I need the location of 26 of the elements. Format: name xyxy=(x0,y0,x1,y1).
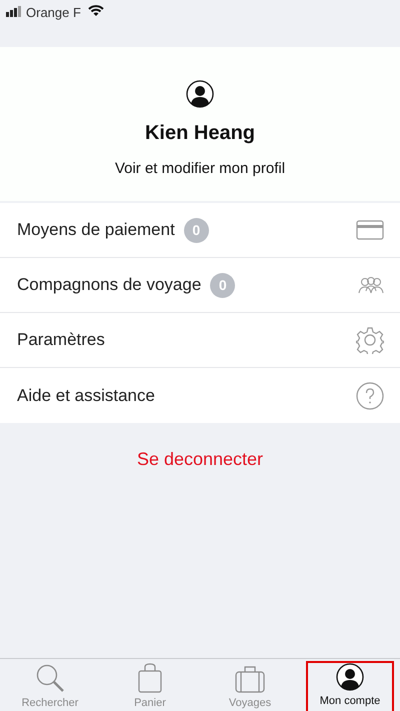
menu-label: Compagnons de voyage xyxy=(17,274,202,296)
shopping-bag-icon xyxy=(138,663,162,693)
menu-label: Paramètres xyxy=(17,329,105,352)
menu-label: Moyens de paiement xyxy=(17,219,175,242)
menu-item[interactable]: Aide et assistance xyxy=(0,368,400,423)
carrier-name: Orange F xyxy=(26,4,81,22)
count-badge: 0 xyxy=(184,218,209,242)
suitcase-icon xyxy=(235,665,265,693)
signal-icon xyxy=(6,6,22,17)
avatar-icon xyxy=(186,80,214,108)
account-icon xyxy=(336,663,364,691)
menu-item[interactable]: Paramètres xyxy=(0,313,400,368)
help-icon xyxy=(356,382,384,410)
menu-item[interactable]: Compagnons de voyage 0 xyxy=(0,258,400,313)
user-name: Kien Heang xyxy=(144,121,256,146)
count-badge: 0 xyxy=(210,272,236,298)
people-icon xyxy=(358,276,384,294)
settings-icon xyxy=(356,326,384,354)
credit-card-icon xyxy=(356,220,384,240)
search-icon xyxy=(35,663,65,693)
menu-item[interactable]: Moyens de paiement 0 xyxy=(0,203,400,258)
edit-profile-link[interactable]: Voir et modifier mon profil xyxy=(114,158,286,180)
tab-bar-item[interactable]: Mon compte xyxy=(306,661,394,711)
logout-button[interactable]: Se deconnecter xyxy=(136,446,264,473)
wifi-icon xyxy=(88,5,104,17)
menu-label: Aide et assistance xyxy=(17,384,155,407)
